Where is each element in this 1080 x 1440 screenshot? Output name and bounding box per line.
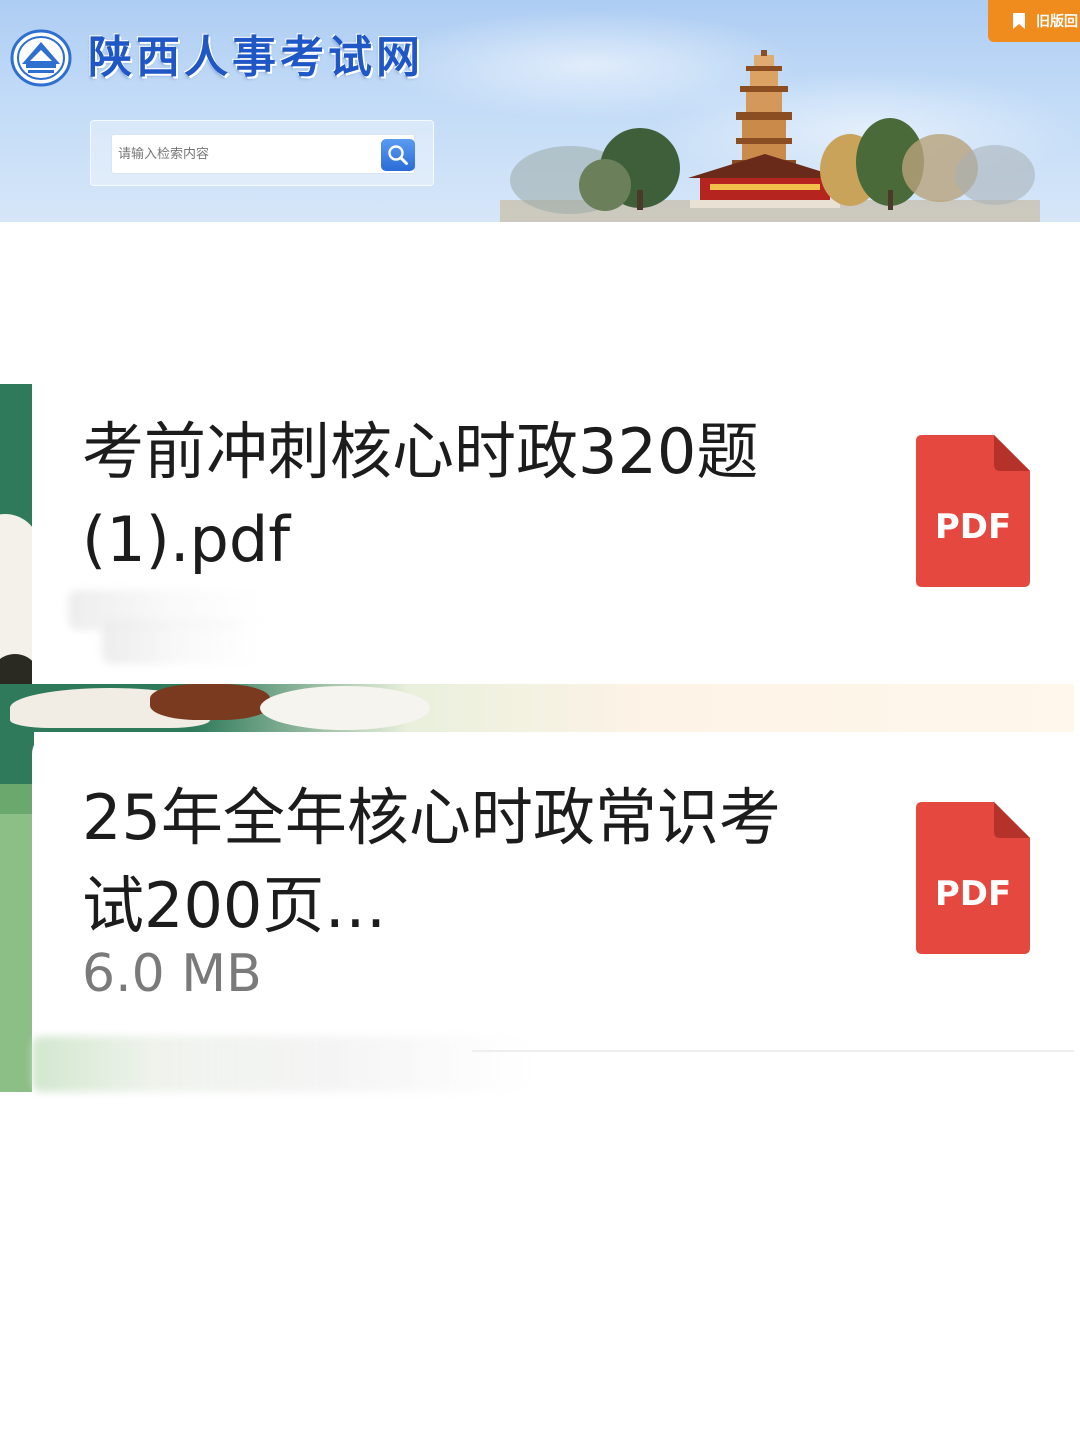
background-artwork [0,384,34,1092]
pdf-file-icon: PDF [916,802,1030,954]
old-version-label: 旧版回 [1036,14,1078,30]
pdf-file-icon: PDF [916,435,1030,587]
divider [472,1050,1074,1052]
old-version-button[interactable]: 旧版回 [988,0,1080,42]
file-attachment-card[interactable]: 考前冲刺核心时政320题(1).pdf PDF [32,384,1074,684]
blurred-text [102,620,262,664]
search-input[interactable] [111,134,415,174]
file-name: 考前冲刺核心时政320题(1).pdf [82,415,759,576]
search-box [90,120,434,186]
site-header-banner: 陕西人事考试网 请输入检索内容 旧版回 [0,0,1080,222]
site-logo-icon[interactable] [10,28,72,88]
bookmark-icon [1013,13,1025,29]
background-artwork [0,684,1074,732]
blurred-text [32,1036,532,1092]
site-title[interactable]: 陕西人事考试网 [88,28,424,88]
pdf-type-label: PDF [934,874,1012,914]
search-button[interactable] [381,139,415,171]
pdf-type-label: PDF [934,507,1012,547]
pagoda-landmark-image [500,50,1040,222]
search-icon [388,145,408,165]
file-attachment-card[interactable]: 25年全年核心时政常识考试200页… 6.0 MB PDF [32,732,1074,1092]
file-size: 6.0 MB [82,944,262,1004]
page: 陕西人事考试网 请输入检索内容 旧版回 考前冲刺核心时政320题(1).pdf … [0,0,1080,1440]
file-name: 25年全年核心时政常识考试200页… [82,781,781,942]
